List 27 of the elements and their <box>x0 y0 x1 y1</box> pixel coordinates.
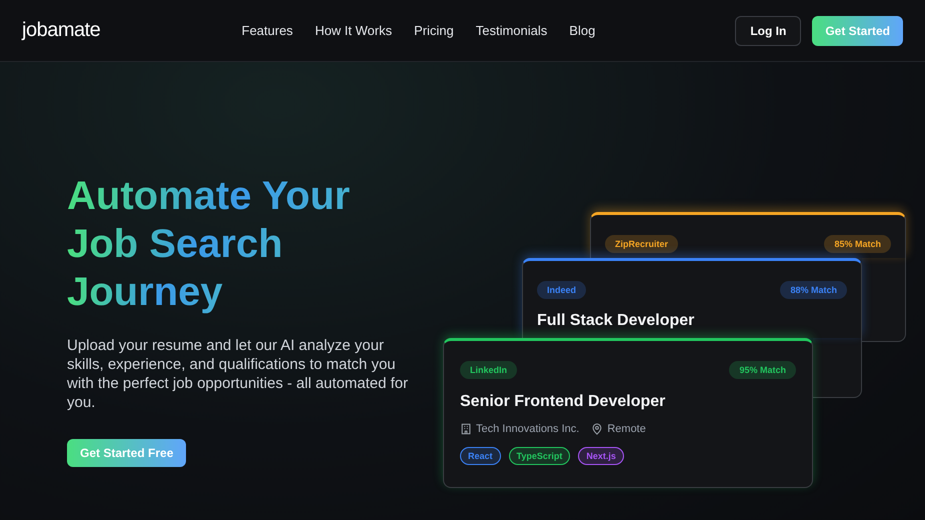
nav-link[interactable]: Testimonials <box>476 23 548 38</box>
company-name: Tech Innovations Inc. <box>476 423 580 435</box>
match-badge: 88% Match <box>780 281 847 299</box>
match-badge: 95% Match <box>729 361 796 379</box>
job-card[interactable]: LinkedIn 95% Match Senior Frontend Developer Tech Innovations Inc. Remote React TypeScript Next.js <box>443 338 813 488</box>
skill-tag: TypeScript <box>508 447 570 465</box>
hero-description: Upload your resume and let our AI analyze your skills, experience, and qualifications to match you with the perfect job opportunities - all automated for you. <box>67 336 410 412</box>
match-badge: 85% Match <box>824 235 891 253</box>
skill-tag: Next.js <box>578 447 624 465</box>
logo[interactable]: jobamate <box>22 19 242 42</box>
source-badge: LinkedIn <box>460 361 518 379</box>
job-card[interactable]: Indeed 88% Match Full Stack Developer <box>522 258 862 338</box>
job-title: Full Stack Developer <box>537 312 696 330</box>
source-badge: Indeed <box>537 281 586 299</box>
card-edge <box>813 338 862 398</box>
job-location: Remote <box>607 423 646 435</box>
skill-tag: React <box>460 447 501 465</box>
nav-link[interactable]: Features <box>242 23 293 38</box>
login-button[interactable]: Log In <box>735 16 802 46</box>
nav-link[interactable]: Pricing <box>414 23 454 38</box>
job-title: Senior Frontend Developer <box>460 393 666 411</box>
location-pin-icon <box>591 423 604 435</box>
source-badge: ZipRecruiter <box>605 235 678 253</box>
nav-link[interactable]: Blog <box>569 23 596 38</box>
building-icon <box>460 423 472 435</box>
job-card[interactable]: ZipRecruiter 85% Match <box>590 212 906 258</box>
nav-link[interactable]: How It Works <box>314 23 392 38</box>
